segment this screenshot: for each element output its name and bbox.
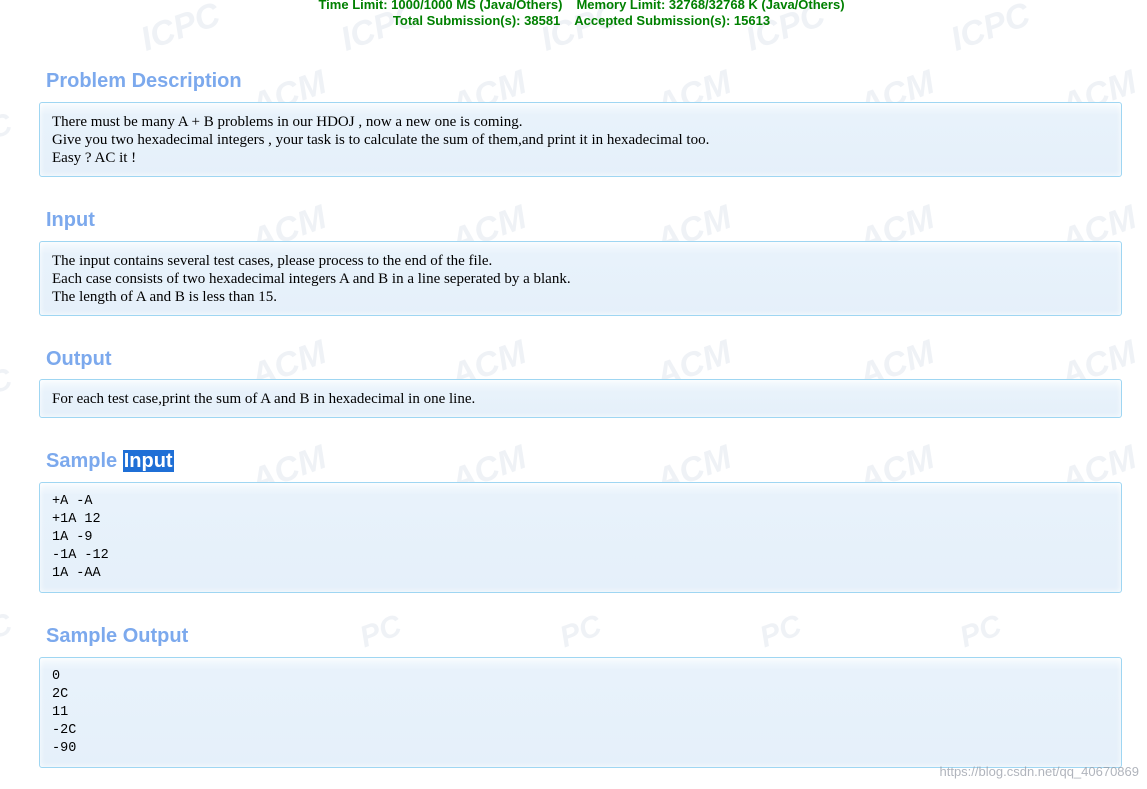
problem-stats-header: Time Limit: 1000/1000 MS (Java/Others) Me… — [0, 0, 1147, 29]
sample-output-line: -2C — [52, 723, 77, 738]
problem-description-title: Problem Description — [46, 70, 242, 92]
limits-line: Time Limit: 1000/1000 MS (Java/Others) Me… — [0, 0, 1147, 13]
sample-output-title: Sample Output — [46, 625, 189, 647]
description-line: Give you two hexadecimal integers , your… — [52, 132, 710, 148]
watermark-glyph: PC — [555, 608, 606, 655]
time-limit: Time Limit: 1000/1000 MS (Java/Others) — [318, 0, 563, 12]
sample-output-line: -90 — [52, 741, 77, 756]
description-line: There must be many A + B problems in our… — [52, 114, 523, 130]
input-panel: The input contains several test cases, p… — [39, 241, 1122, 316]
sample-output-line: 0 — [52, 669, 61, 684]
input-title: Input — [46, 209, 95, 231]
description-line: Easy ? AC it ! — [52, 150, 137, 166]
output-title: Output — [46, 348, 112, 370]
sample-input-title-prefix: Sample — [46, 450, 118, 472]
watermark-glyph: PC — [955, 608, 1006, 655]
submissions-line: Total Submission(s): 38581 Accepted Submi… — [0, 13, 1147, 29]
sample-input-line: 1A -AA — [52, 566, 101, 581]
sample-output-line: 11 — [52, 705, 69, 720]
problem-description-panel: There must be many A + B problems in our… — [39, 102, 1122, 177]
memory-limit: Memory Limit: 32768/32768 K (Java/Others… — [576, 0, 845, 12]
input-line: The input contains several test cases, p… — [52, 253, 493, 269]
watermark-glyph: C — [0, 107, 17, 146]
sample-input-panel: +A -A +1A 12 1A -9 -1A -12 1A -AA — [39, 482, 1122, 593]
blog-url-watermark: https://blog.csdn.net/qq_40670869 — [939, 764, 1140, 779]
input-line: Each case consists of two hexadecimal in… — [52, 271, 571, 287]
watermark-glyph: PC — [355, 608, 406, 655]
sample-input-title: Sample Input — [46, 449, 174, 473]
input-line: The length of A and B is less than 15. — [52, 289, 277, 305]
watermark-glyph: C — [0, 362, 17, 401]
accepted-submissions: Accepted Submission(s): 15613 — [574, 13, 771, 28]
sample-output-panel: 0 2C 11 -2C -90 — [39, 657, 1122, 768]
output-line: For each test case,print the sum of A an… — [52, 391, 476, 407]
sample-input-line: -1A -12 — [52, 548, 109, 563]
sample-input-line: +A -A — [52, 494, 93, 509]
output-panel: For each test case,print the sum of A an… — [39, 379, 1122, 418]
watermark-glyph: C — [0, 607, 17, 646]
sample-input-line: +1A 12 — [52, 512, 101, 527]
sample-input-line: 1A -9 — [52, 530, 93, 545]
selected-text-highlight[interactable]: Input — [122, 450, 174, 472]
sample-output-line: 2C — [52, 687, 69, 702]
watermark-glyph: PC — [755, 608, 806, 655]
total-submissions: Total Submission(s): 38581 — [392, 13, 561, 28]
